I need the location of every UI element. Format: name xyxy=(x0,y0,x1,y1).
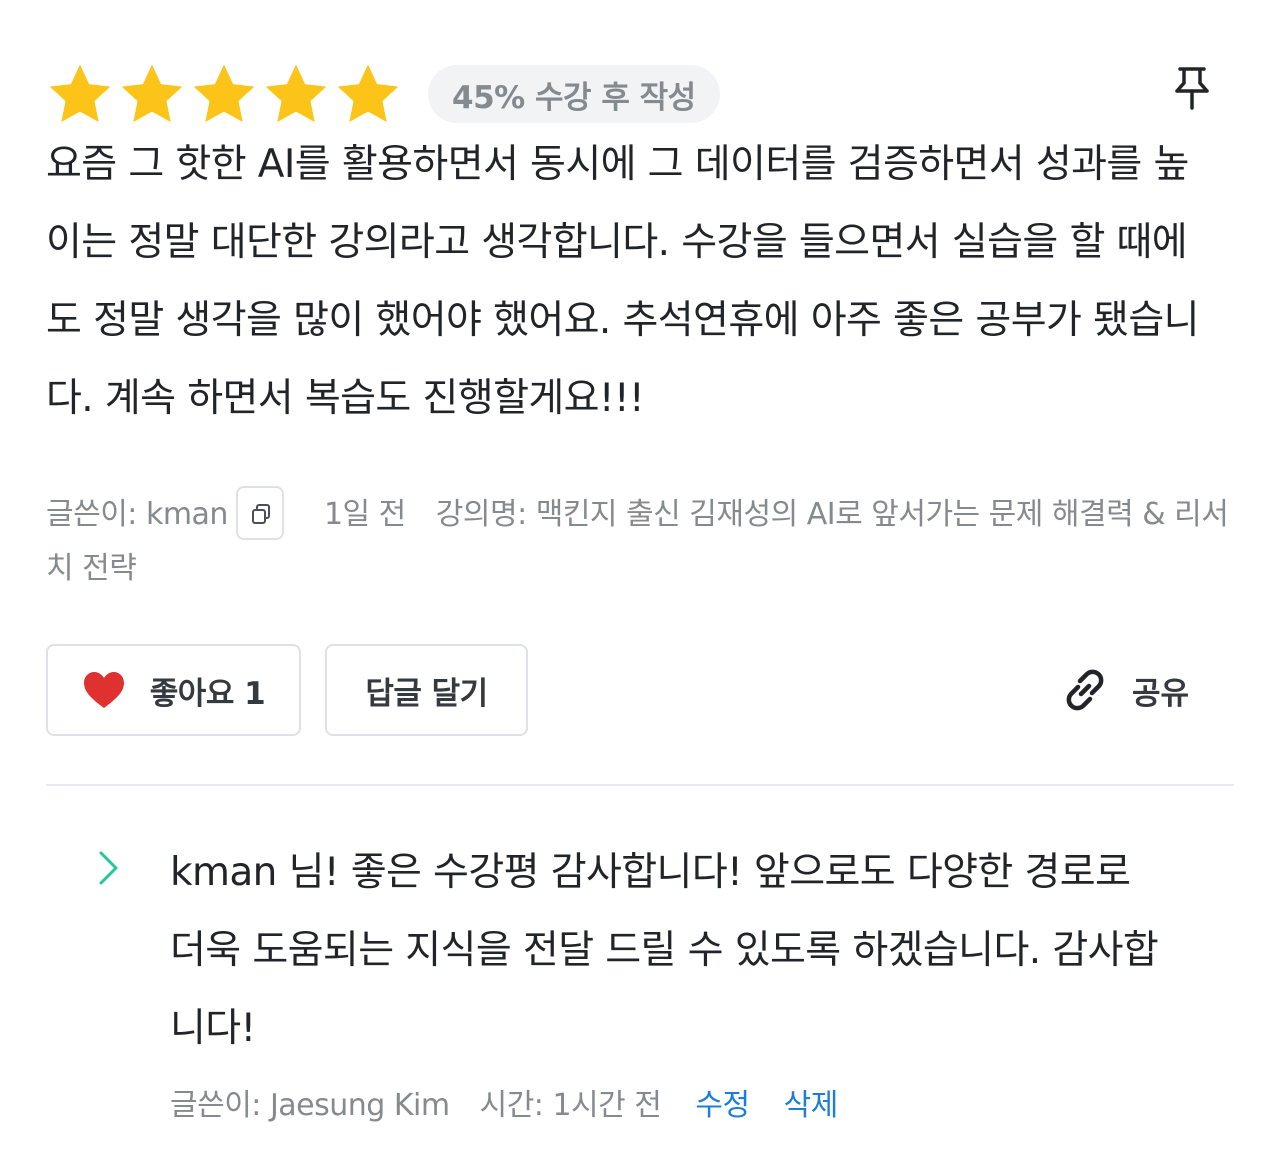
copy-button[interactable] xyxy=(235,485,284,540)
reply-button-label: 답글 달기 xyxy=(365,675,488,712)
reply-time: 시간: 1시간 전 xyxy=(479,1088,662,1123)
review-text: 요즘 그 핫한 AI를 활용하면서 동시에 그 데이터를 검증하면서 성과를 높… xyxy=(46,142,1199,421)
pin-icon[interactable] xyxy=(1174,66,1210,110)
chevron-right-icon[interactable] xyxy=(96,848,122,888)
delete-link[interactable]: 삭제 xyxy=(784,1088,839,1123)
star-icon xyxy=(265,64,327,123)
share-label: 공유 xyxy=(1132,675,1190,712)
review-card: 45% 수강 후 작성 요즘 그 핫한 AI를 활용하면서 동시에 그 데이터를… xyxy=(46,0,1234,786)
reply-meta: 글쓴이: Jaesung Kim 시간: 1시간 전 수정 삭제 xyxy=(170,1082,868,1130)
like-button[interactable]: 좋아요 1 xyxy=(46,644,301,736)
review-actions: 좋아요 1 답글 달기 공유 xyxy=(46,644,1234,736)
edit-link[interactable]: 수정 xyxy=(695,1088,750,1123)
reply-button[interactable]: 답글 달기 xyxy=(325,644,528,736)
star-icon xyxy=(49,64,111,123)
review-author: 글쓴이: kman xyxy=(46,497,228,532)
share-button[interactable]: 공유 xyxy=(1060,662,1189,718)
review-meta: 글쓴이: kman 1일 전 강의명: 맥킨지 출신 김재성의 AI로 앞서가는 문… xyxy=(46,485,1234,596)
progress-badge: 45% 수강 후 작성 xyxy=(428,65,720,123)
copy-icon xyxy=(251,503,270,524)
like-label: 좋아요 1 xyxy=(149,675,266,712)
review-time: 1일 전 xyxy=(323,497,406,532)
reply-author: 글쓴이: Jaesung Kim xyxy=(170,1088,450,1123)
star-icon xyxy=(193,64,255,123)
link-icon xyxy=(1066,669,1104,711)
instructor-reply: kman 님! 좋은 수강평 감사합니다! 앞으로도 다양한 경로로 더욱 도움… xyxy=(0,786,1280,1164)
star-icon xyxy=(337,64,399,123)
heart-icon xyxy=(83,672,124,708)
star-icon xyxy=(121,64,183,123)
star-rating xyxy=(46,60,402,128)
reply-text: kman 님! 좋은 수강평 감사합니다! 앞으로도 다양한 경로로 더욱 도움… xyxy=(170,850,1159,1051)
rating-row: 45% 수강 후 작성 xyxy=(46,58,720,130)
